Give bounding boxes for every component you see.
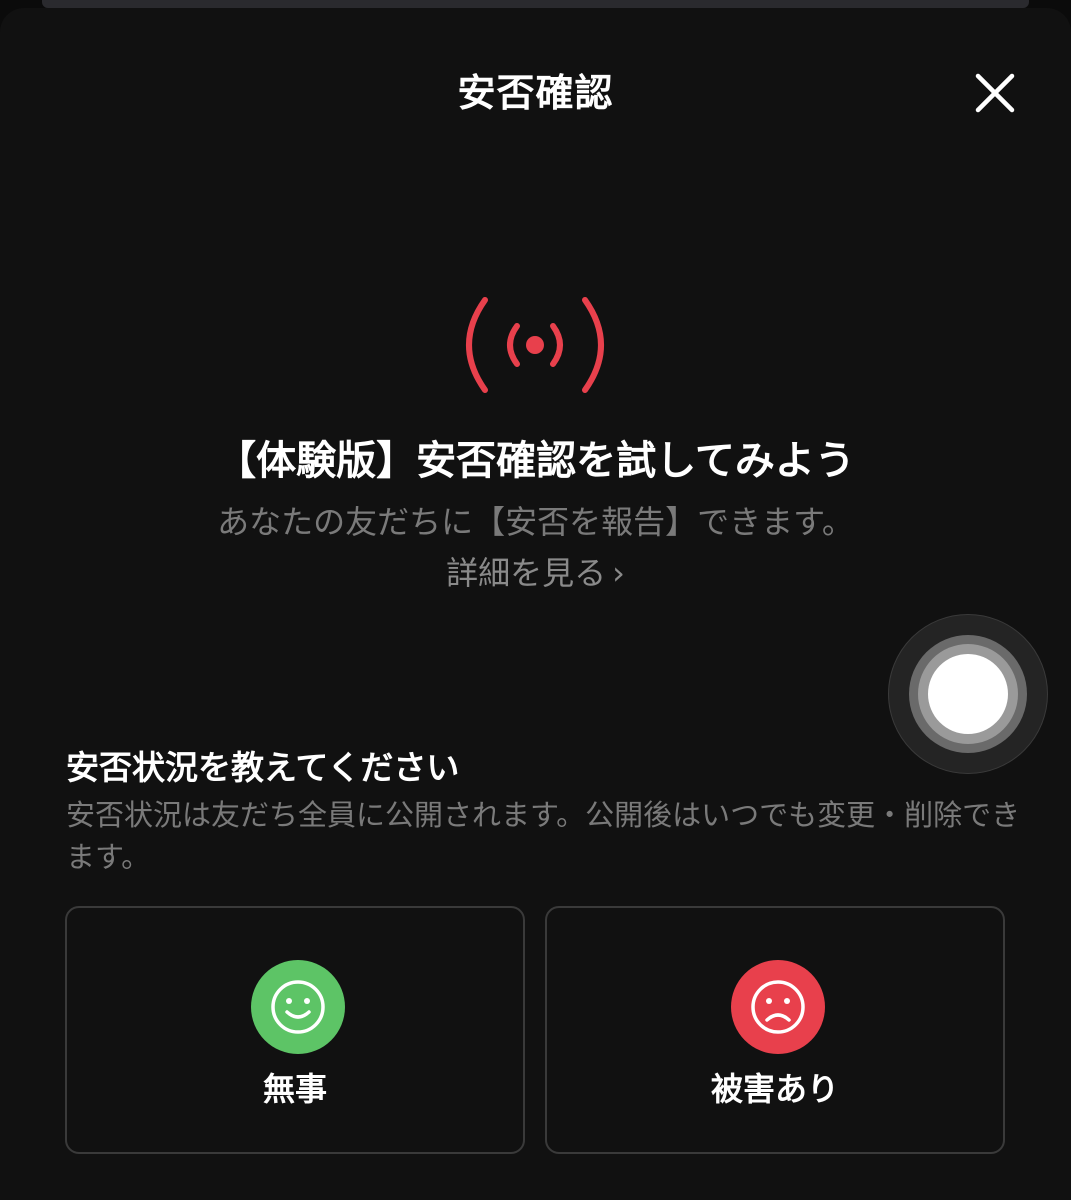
smile-face-icon <box>251 960 345 1054</box>
page-title: 安否確認 <box>457 71 614 115</box>
details-link-label: 詳細を見る <box>446 554 607 592</box>
safety-check-sheet: 安否確認 【体験版】安否確認を試してみよう あなたの友だちに【安否を報告】できま… <box>0 8 1071 1200</box>
details-link[interactable]: 詳細を見る › <box>0 548 1071 594</box>
damage-option-label: 被害あり <box>710 1070 839 1108</box>
hero-title: 【体験版】安否確認を試してみよう <box>216 438 855 484</box>
assistive-touch-button[interactable] <box>888 614 1048 774</box>
background-sheet-edge <box>42 0 1029 8</box>
broadcast-icon <box>466 297 604 393</box>
close-button[interactable] <box>962 60 1028 126</box>
status-section-description: 安否状況は友だち全員に公開されます。公開後はいつでも変更・削除できます。 <box>66 798 1021 874</box>
frown-face-icon <box>731 960 825 1054</box>
close-icon <box>975 73 1015 113</box>
safe-option-label: 無事 <box>262 1070 327 1108</box>
chevron-right-icon: › <box>612 554 625 592</box>
status-section-title: 安否状況を教えてください <box>66 748 460 787</box>
hero-subtitle: あなたの友だちに【安否を報告】できます。 <box>217 503 854 541</box>
damage-option-button[interactable]: 被害あり <box>545 906 1005 1154</box>
safe-option-button[interactable]: 無事 <box>65 906 525 1154</box>
